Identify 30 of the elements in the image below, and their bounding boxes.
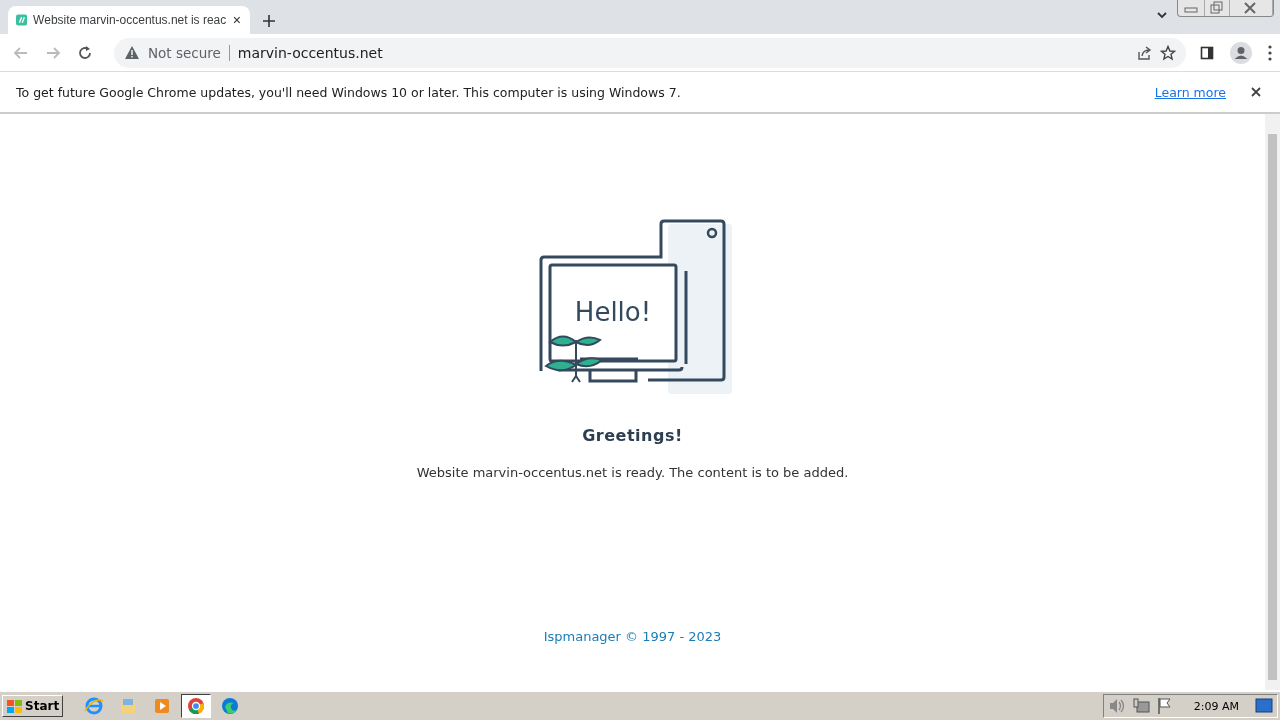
windows-logo-icon [6,697,23,715]
new-tab-icon[interactable] [262,14,276,28]
avatar-icon[interactable] [1230,41,1252,64]
favicon-icon [16,12,28,28]
show-desktop-icon[interactable] [1255,697,1273,715]
star-icon[interactable] [1160,44,1176,61]
reload-icon[interactable] [76,43,94,62]
learn-more-link[interactable]: Learn more [1154,84,1226,100]
start-button[interactable]: Start [2,695,64,717]
footer-text: Ispmanager © 1997 - 2023 [543,629,722,644]
browser-globe-icon [83,695,106,717]
chevron-down-icon[interactable] [1156,10,1168,20]
share-icon[interactable] [1136,44,1152,61]
greeting-heading: Greetings! [582,426,683,445]
tab-title: Website marvin-occentus.net is reac [33,13,227,27]
warning-icon [124,45,140,60]
infobar-message: To get future Google Chrome updates, you'll need Windows 10 or later. This computer is using Windows 7. [16,84,682,100]
menu-icon[interactable] [1268,44,1272,61]
scrollbar[interactable] [1265,114,1280,690]
browser-tab[interactable]: Website marvin-occentus.net is reac [8,6,250,34]
security-label[interactable]: Not secure [148,44,221,61]
hello-text: Hello! [574,297,651,327]
status-message: Website marvin-occentus.net is ready. The content is to be added. [416,465,849,480]
taskbar-app[interactable] [181,694,212,718]
side-panel-icon[interactable] [1200,45,1214,60]
flag-icon[interactable] [1155,697,1174,715]
address-field[interactable]: marvin-occentus.net [237,44,1128,61]
close-icon[interactable] [1250,86,1262,98]
network-icon[interactable] [1131,697,1150,715]
clock[interactable]: 2:09 AM [1193,699,1239,713]
